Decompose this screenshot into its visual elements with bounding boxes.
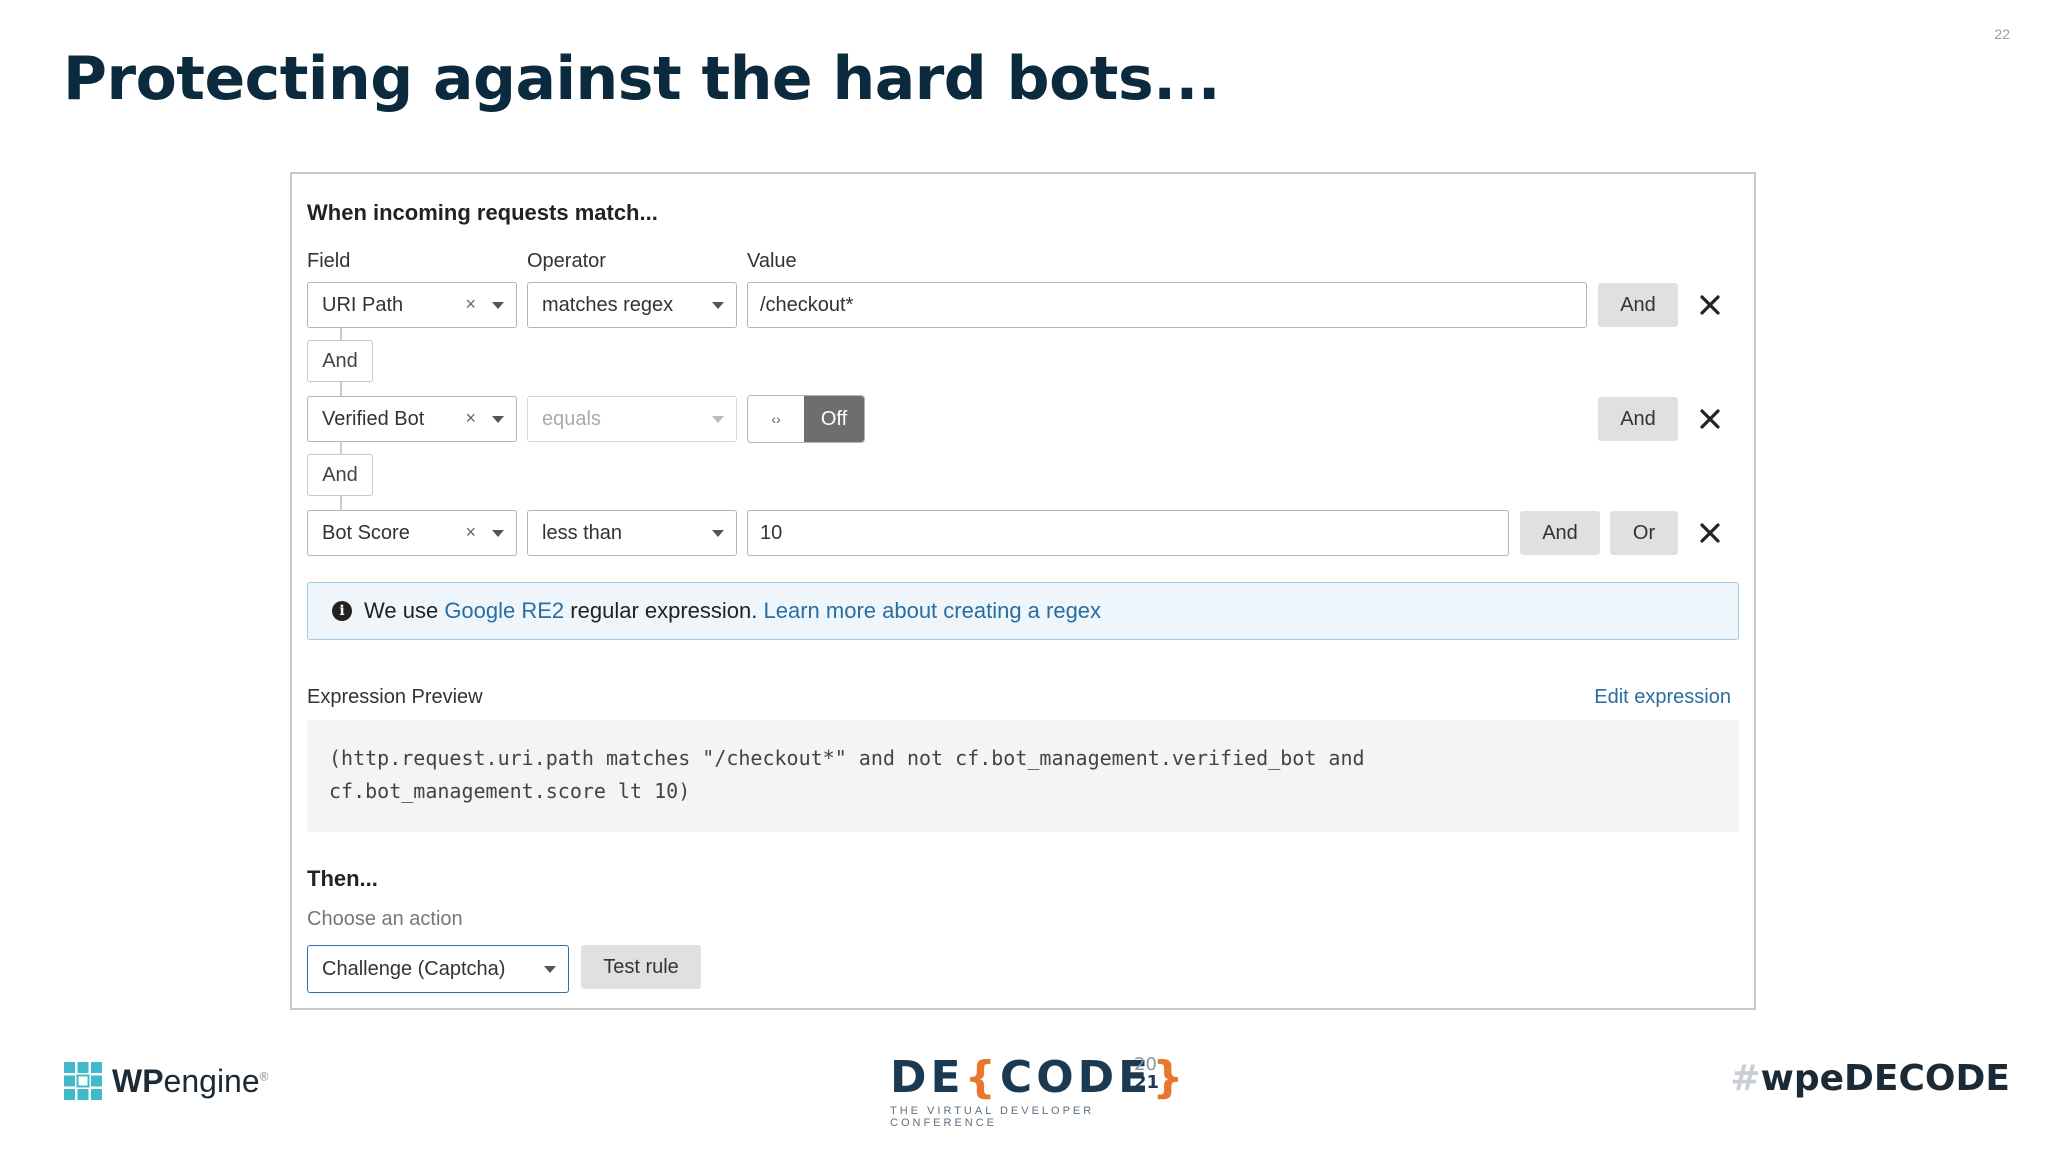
regex-info-banner: i We use Google RE2 regular expression. …	[307, 582, 1739, 640]
rule-heading: When incoming requests match...	[307, 200, 658, 225]
decode-open-brace: {	[964, 1052, 1000, 1103]
field-select-bot-score[interactable]: Bot Score ×	[307, 510, 517, 556]
clear-icon[interactable]: ×	[465, 294, 476, 315]
connector-line	[340, 382, 342, 396]
decode-year-bottom: 21	[1134, 1072, 1160, 1093]
operator-select-value: less than	[542, 522, 623, 544]
field-column-label: Field	[307, 250, 351, 272]
connector-and-chip: And	[307, 454, 373, 496]
google-re2-link[interactable]: Google RE2	[444, 598, 564, 623]
chevron-down-icon[interactable]	[544, 966, 556, 973]
hashtag-symbol: #	[1730, 1058, 1761, 1099]
clear-icon[interactable]: ×	[465, 522, 476, 543]
close-icon[interactable]	[1699, 522, 1721, 544]
action-select-value: Challenge (Captcha)	[322, 958, 506, 980]
wp-engine-logo: WPengine®	[64, 1062, 268, 1100]
registered-mark: ®	[259, 1068, 269, 1083]
chevron-down-icon	[712, 416, 724, 423]
value-input-text: /checkout*	[760, 294, 854, 316]
field-select-value: Bot Score	[322, 522, 410, 544]
decode-code: CODE	[999, 1052, 1153, 1103]
operator-select-matches-regex[interactable]: matches regex	[527, 282, 737, 328]
verified-bot-toggle[interactable]: ‹› Off	[747, 395, 865, 443]
field-select-value: Verified Bot	[322, 408, 425, 430]
info-message: We use Google RE2 regular expression. Le…	[364, 598, 1101, 624]
expression-line: (http.request.uri.path matches "/checkou…	[329, 746, 1365, 770]
chevron-down-icon[interactable]	[492, 530, 504, 537]
connector-line	[340, 328, 342, 340]
clear-icon[interactable]: ×	[465, 408, 476, 429]
wp-engine-grid-icon	[64, 1062, 102, 1100]
rule-panel: When incoming requests match... Field Op…	[290, 172, 1756, 1010]
close-icon[interactable]	[1699, 294, 1721, 316]
expression-line: cf.bot_management.score lt 10)	[329, 779, 691, 803]
operator-select-less-than[interactable]: less than	[527, 510, 737, 556]
connector-line	[340, 496, 342, 510]
field-select-uri-path[interactable]: URI Path ×	[307, 282, 517, 328]
chevron-down-icon[interactable]	[712, 530, 724, 537]
info-icon: i	[332, 601, 352, 621]
wp-engine-wordmark: WPengine®	[112, 1063, 268, 1100]
value-input-uri-path[interactable]: /checkout*	[747, 282, 1587, 328]
and-button[interactable]: And	[1598, 397, 1678, 441]
and-button[interactable]: And	[1598, 283, 1678, 327]
value-input-bot-score[interactable]: 10	[747, 510, 1509, 556]
operator-select-value: matches regex	[542, 294, 674, 316]
decode-logo: DE{CODE} 20 21 THE VIRTUAL DEVELOPER CONF…	[890, 1052, 1183, 1129]
decode-year: 20 21	[1134, 1056, 1159, 1092]
wp-engine-wordmark-text: engine	[163, 1062, 260, 1099]
value-input-text: 10	[760, 522, 783, 544]
choose-action-label: Choose an action	[307, 908, 463, 930]
decode-de: DE	[890, 1052, 965, 1103]
chevron-down-icon[interactable]	[492, 302, 504, 309]
toggle-handle-icon[interactable]: ‹›	[748, 396, 804, 442]
info-text: We use	[364, 598, 445, 623]
hashtag-text: wpeDECODE	[1760, 1058, 2010, 1099]
action-select[interactable]: Challenge (Captcha)	[307, 945, 569, 993]
edit-expression-link[interactable]: Edit expression	[1594, 686, 1731, 709]
slide-title: Protecting against the hard bots...	[63, 44, 1221, 114]
hashtag-wpedecode: #wpeDECODE	[1730, 1058, 2010, 1099]
field-select-verified-bot[interactable]: Verified Bot ×	[307, 396, 517, 442]
then-heading: Then...	[307, 866, 378, 891]
chevron-down-icon[interactable]	[712, 302, 724, 309]
page-number: 22	[1994, 26, 2010, 42]
operator-select-value: equals	[542, 408, 601, 430]
info-text: regular expression.	[564, 598, 764, 623]
connector-line	[340, 442, 342, 454]
expression-preview-label: Expression Preview	[307, 686, 483, 708]
operator-select-equals: equals	[527, 396, 737, 442]
decode-wordmark: DE{CODE}	[890, 1052, 1183, 1103]
toggle-state: Off	[804, 396, 864, 442]
wp-engine-wordmark-bold: WP	[112, 1062, 164, 1099]
and-button[interactable]: And	[1520, 511, 1600, 555]
field-select-value: URI Path	[322, 294, 404, 316]
expression-preview-code: (http.request.uri.path matches "/checkou…	[307, 720, 1739, 832]
connector-and-chip: And	[307, 340, 373, 382]
chevron-down-icon[interactable]	[492, 416, 504, 423]
or-button[interactable]: Or	[1610, 511, 1678, 555]
value-column-label: Value	[747, 250, 797, 272]
test-rule-button[interactable]: Test rule	[581, 945, 701, 989]
operator-column-label: Operator	[527, 250, 606, 272]
close-icon[interactable]	[1699, 408, 1721, 430]
decode-subtitle: THE VIRTUAL DEVELOPER CONFERENCE	[890, 1105, 1095, 1129]
learn-regex-link[interactable]: Learn more about creating a regex	[764, 598, 1102, 623]
